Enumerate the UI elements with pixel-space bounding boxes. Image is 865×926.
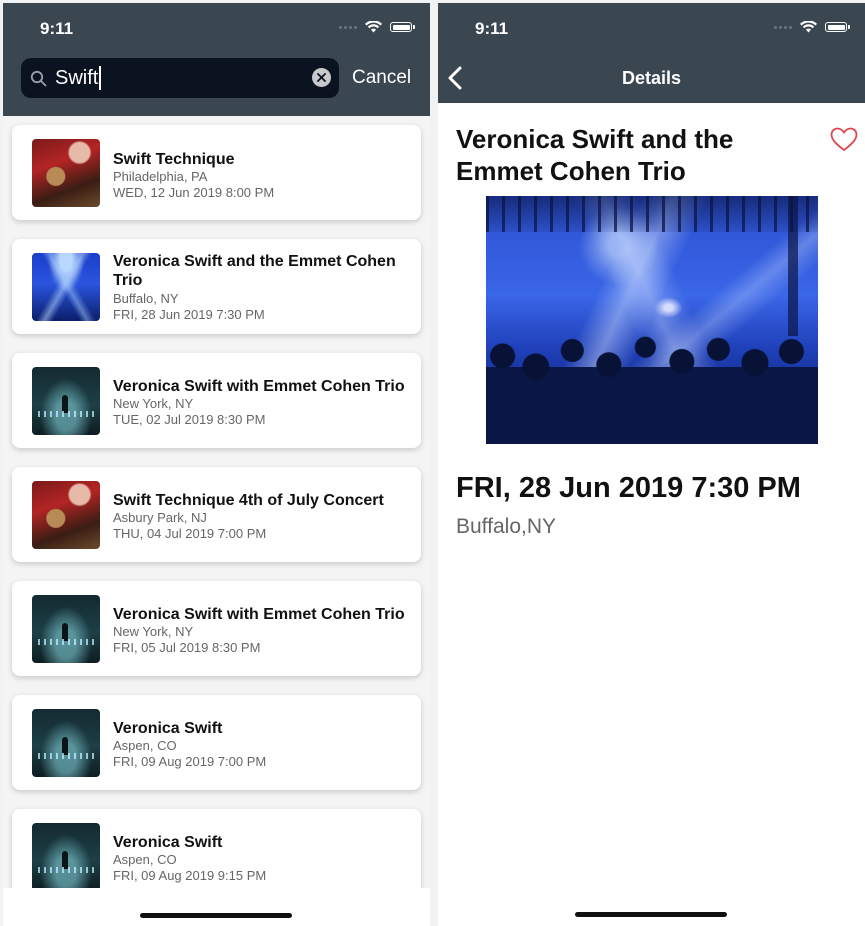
status-icons bbox=[774, 21, 850, 33]
favorite-button[interactable] bbox=[830, 127, 858, 157]
nav-title: Details bbox=[621, 68, 682, 88]
result-thumbnail bbox=[32, 139, 100, 207]
battery-icon bbox=[390, 22, 415, 32]
clear-search-button[interactable] bbox=[312, 68, 331, 87]
result-title: Swift Technique 4th of July Concert bbox=[113, 492, 384, 509]
cancel-button[interactable]: Cancel bbox=[352, 67, 411, 89]
result-thumbnail bbox=[32, 823, 100, 891]
result-place: Philadelphia, PA bbox=[113, 169, 208, 184]
result-thumbnail bbox=[32, 367, 100, 435]
home-area bbox=[3, 888, 430, 926]
signal-icon bbox=[774, 25, 792, 29]
event-image bbox=[486, 196, 818, 444]
result-date: FRI, 09 Aug 2019 7:00 PM bbox=[113, 754, 267, 769]
result-title: Veronica Swift bbox=[113, 720, 223, 737]
result-title: Veronica Swift and the Emmet Cohen Trio bbox=[113, 253, 396, 289]
result-card[interactable]: Veronica Swift with Emmet Cohen Trio New… bbox=[12, 353, 421, 448]
result-card[interactable]: Veronica Swift Aspen, CO FRI, 09 Aug 201… bbox=[12, 695, 421, 790]
result-place: Aspen, CO bbox=[113, 852, 177, 867]
result-title: Veronica Swift with Emmet Cohen Trio bbox=[113, 606, 405, 623]
search-icon bbox=[30, 70, 47, 86]
result-date: TUE, 02 Jul 2019 8:30 PM bbox=[113, 412, 266, 427]
result-thumbnail bbox=[32, 709, 100, 777]
result-place: Asbury Park, NJ bbox=[113, 510, 207, 525]
result-thumbnail bbox=[32, 595, 100, 663]
details-header: 9:11 Details bbox=[438, 3, 865, 103]
battery-icon bbox=[825, 22, 850, 32]
result-place: Aspen, CO bbox=[113, 738, 177, 753]
result-date: THU, 04 Jul 2019 7:00 PM bbox=[113, 526, 267, 541]
result-card[interactable]: Veronica Swift and the Emmet Cohen Trio … bbox=[12, 239, 421, 334]
text-cursor bbox=[99, 66, 102, 90]
details-screen: 9:11 Details Veronica Swift and the Emme… bbox=[438, 3, 865, 926]
status-time: 9:11 bbox=[475, 19, 509, 38]
home-indicator[interactable] bbox=[140, 913, 292, 918]
result-title: Veronica Swift with Emmet Cohen Trio bbox=[113, 378, 405, 395]
signal-icon bbox=[339, 25, 357, 29]
search-field[interactable]: Swift bbox=[21, 58, 339, 98]
result-card[interactable]: Swift Technique 4th of July Concert Asbu… bbox=[12, 467, 421, 562]
result-place: Buffalo, NY bbox=[113, 291, 179, 306]
result-place: New York, NY bbox=[113, 624, 194, 639]
result-card[interactable]: Veronica Swift with Emmet Cohen Trio New… bbox=[12, 581, 421, 676]
result-date: FRI, 05 Jul 2019 8:30 PM bbox=[113, 640, 261, 655]
search-input[interactable]: Swift bbox=[55, 67, 98, 90]
result-title: Swift Technique bbox=[113, 151, 235, 168]
result-thumbnail bbox=[32, 481, 100, 549]
search-header: 9:11 Swift Cancel bbox=[3, 3, 430, 116]
result-title: Veronica Swift bbox=[113, 834, 223, 851]
result-place: New York, NY bbox=[113, 396, 194, 411]
result-thumbnail bbox=[32, 253, 100, 321]
result-date: WED, 12 Jun 2019 8:00 PM bbox=[113, 185, 275, 200]
search-screen: 9:11 Swift Cancel Swift Technique Philad… bbox=[3, 3, 430, 926]
status-time: 9:11 bbox=[40, 19, 74, 38]
home-indicator[interactable] bbox=[575, 912, 727, 917]
heart-icon bbox=[830, 127, 858, 152]
wifi-icon bbox=[800, 21, 817, 33]
result-card[interactable]: Swift Technique Philadelphia, PA WED, 12… bbox=[12, 125, 421, 220]
result-date: FRI, 09 Aug 2019 9:15 PM bbox=[113, 868, 267, 883]
wifi-icon bbox=[365, 21, 382, 33]
result-date: FRI, 28 Jun 2019 7:30 PM bbox=[113, 307, 265, 322]
status-icons bbox=[339, 21, 415, 33]
event-date: FRI, 28 Jun 2019 7:30 PM bbox=[456, 472, 801, 504]
close-icon bbox=[317, 73, 326, 82]
event-title: Veronica Swift and the Emmet Cohen Trio bbox=[456, 124, 734, 186]
event-place: Buffalo,NY bbox=[456, 515, 557, 538]
